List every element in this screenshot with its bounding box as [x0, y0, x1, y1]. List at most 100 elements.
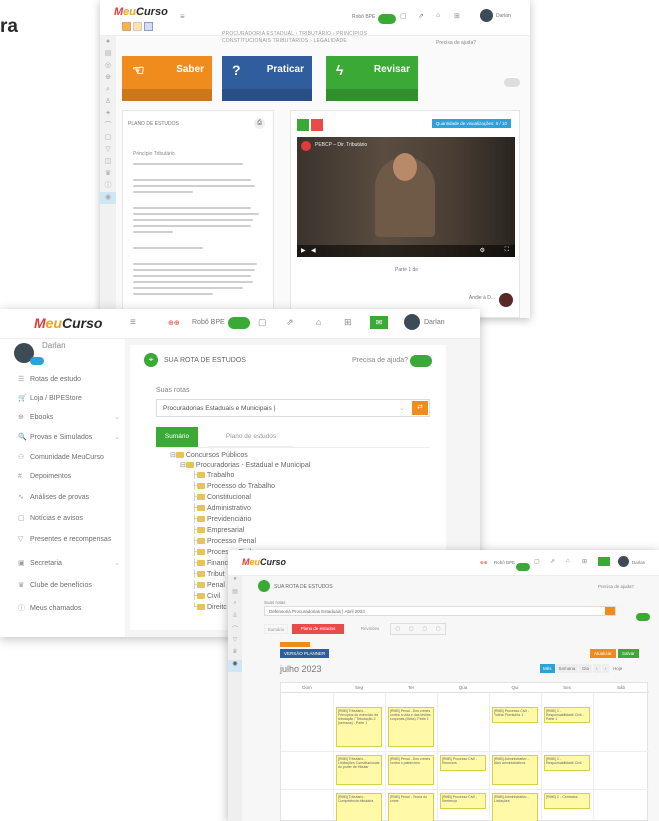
sidebar-item-secretaria[interactable]: ▣ Secretaria ⌄ — [18, 559, 120, 567]
play-icon[interactable]: ▶ — [301, 247, 306, 254]
tree-item[interactable]: ├ Tribut — [192, 571, 225, 578]
calendar-event[interactable]: [RMB] Penal - Dos crimes contra a vida e… — [388, 707, 434, 747]
user-name[interactable]: Darlan — [632, 560, 645, 565]
refresh-icon[interactable]: ⇄ — [412, 401, 428, 415]
rail-active-icon[interactable]: ◉ — [228, 660, 242, 672]
video-player[interactable]: PEBCP – Dir. Tributário ▶ ◀ ⚙ ⛶ — [297, 137, 515, 257]
route-select[interactable]: Procuradorias Estaduais e Municipais | ⌄… — [156, 399, 430, 417]
calendar-event[interactable]: [RMB] Processo Civil - Sentença — [440, 793, 486, 809]
avatar[interactable] — [480, 9, 493, 22]
today-button[interactable]: Hoje — [610, 664, 625, 673]
grid-icon[interactable]: ⊞ — [582, 558, 587, 565]
rail-office-icon[interactable]: ◫ — [100, 156, 116, 168]
user-name[interactable]: Darlan — [496, 13, 511, 19]
tool-icon[interactable]: ▢ — [436, 626, 441, 632]
sidebar-item-ebooks[interactable]: ⊕ Ebooks ⌄ — [18, 413, 120, 421]
cart-button[interactable] — [598, 557, 610, 566]
tab-revisoes[interactable]: Revisões — [350, 624, 390, 634]
volume-icon[interactable]: ◀ — [311, 247, 316, 254]
rail-avatar-icon[interactable]: ● — [228, 576, 242, 588]
help-toggle[interactable] — [410, 355, 432, 367]
tree-item[interactable]: └ Direitc — [192, 604, 227, 611]
sidebar-item-noticias[interactable]: ▢ Notícias e avisos — [18, 514, 83, 522]
calendar-event[interactable]: [RMB] Administrativo - Licitações — [492, 793, 538, 821]
tree-item[interactable]: ├ Processo Penal — [192, 538, 256, 545]
gallery-icon[interactable]: ▢ — [258, 317, 267, 328]
tool-icon[interactable]: ▢ — [422, 626, 427, 632]
rail-search-icon[interactable]: ⌕ — [100, 84, 116, 96]
robot-toggle[interactable] — [228, 317, 250, 329]
tree-item[interactable]: ├ Constitucional — [192, 494, 251, 501]
tab-sumario[interactable]: Sumário — [264, 624, 288, 634]
calendar-event[interactable]: [RMB] Tributário - Limitações Constituci… — [336, 755, 382, 785]
gallery-icon[interactable]: ▢ — [534, 558, 540, 565]
tab-sumario[interactable]: Sumário — [156, 427, 198, 447]
color-chip-icon[interactable] — [133, 22, 142, 31]
saber-card[interactable]: ☜ Saber — [122, 56, 212, 101]
calendar-event[interactable]: [RMB] Processo Civil - Recursos — [440, 755, 486, 771]
color-chip-icon[interactable] — [144, 22, 153, 31]
ranking-icon[interactable]: ⊕⊕ — [480, 560, 488, 566]
bell-icon[interactable]: ⌂ — [316, 317, 321, 327]
share-icon[interactable]: ⇗ — [418, 12, 424, 20]
tree-item[interactable]: ├ Processo do Trabalho — [192, 483, 275, 490]
tree-item[interactable]: ⊟ Procuradorias - Estadual e Municipal — [180, 461, 310, 469]
view-month-button[interactable]: Mês — [540, 664, 555, 673]
rail-home-icon[interactable]: ▤ — [228, 588, 242, 600]
player-controls[interactable]: ▶ ◀ ⚙ ⛶ — [297, 245, 515, 257]
rail-hash-icon[interactable]: ✦ — [100, 108, 116, 120]
bell-icon[interactable]: ⌂ — [436, 12, 440, 19]
avatar[interactable] — [618, 556, 629, 567]
rail-people-icon[interactable]: ♙ — [100, 96, 116, 108]
menu-icon[interactable]: ≡ — [180, 12, 185, 21]
tree-item[interactable]: ├ Previdenciário — [192, 516, 251, 523]
cart-button[interactable]: ✉ — [370, 316, 388, 329]
brand-logo[interactable]: MeuCurso — [114, 6, 168, 18]
sidebar-item-analises[interactable]: ∿ Análises de provas — [18, 493, 89, 501]
sidebar-item-comunidade[interactable]: ⚇ Comunidade MeuCurso — [18, 453, 104, 461]
tree-item[interactable]: ├ Empresarial — [192, 527, 244, 534]
tab-plano[interactable]: Plano de estudos — [208, 427, 294, 447]
refresh-icon[interactable] — [605, 607, 615, 615]
menu-icon[interactable]: ≡ — [130, 317, 136, 328]
route-select[interactable]: Defensoria Procuradorias Estaduais | Abr… — [264, 606, 616, 616]
rail-gift-icon[interactable]: ▽ — [100, 144, 116, 156]
tool-icon[interactable]: ▢ — [395, 626, 400, 632]
brand-logo[interactable]: MeuCurso — [242, 557, 286, 567]
calendar-event[interactable]: [RMB] Tributário - Princípios do exercíc… — [336, 707, 382, 747]
rail-chart-icon[interactable]: ⌒ — [100, 120, 116, 132]
tree-item[interactable]: ├ Trabalho — [192, 472, 234, 479]
tree-item[interactable]: ├ Penal — [192, 582, 225, 589]
prev-icon[interactable]: ‹ — [593, 664, 601, 673]
view-week-button[interactable]: Semana — [555, 664, 579, 673]
bell-icon[interactable]: ⌂ — [566, 558, 570, 564]
sidebar-item-depoimentos[interactable]: # Depoimentos — [18, 473, 71, 480]
tree-item[interactable]: ├ Financ — [192, 560, 228, 567]
video-prev-button[interactable] — [297, 119, 309, 131]
rail-club-icon[interactable]: ♛ — [228, 648, 242, 660]
settings-icon[interactable]: ⚙ — [480, 247, 485, 254]
rail-avatar-icon[interactable]: ● — [100, 36, 116, 48]
calendar-event[interactable]: [RMB] Penal - Dos crimes contra o patrim… — [388, 755, 434, 785]
user-name[interactable]: Darlan — [424, 319, 445, 326]
calendar-event[interactable]: [RMB] C - Contratos — [544, 793, 590, 809]
next-icon[interactable]: › — [601, 664, 610, 673]
rail-gift-icon[interactable]: ▽ — [228, 636, 242, 648]
rail-chart-icon[interactable]: ⌒ — [228, 624, 242, 636]
rail-people-icon[interactable]: ♙ — [228, 612, 242, 624]
rail-home-icon[interactable]: ▤ — [100, 48, 116, 60]
revisar-card[interactable]: ϟ Revisar — [326, 56, 418, 101]
brand-logo[interactable]: MeuCurso — [34, 315, 102, 331]
calendar-event[interactable]: [RMB] C - Responsabilidade Civil - Parte… — [544, 707, 590, 723]
tree-item[interactable]: ├ Civil — [192, 593, 220, 600]
sidebar-item-presentes[interactable]: ▽ Presentes e recompensas — [18, 535, 111, 543]
calendar-event[interactable]: [RMB] C - Responsabilidade Civil — [544, 755, 590, 771]
rail-help-icon[interactable]: ⓘ — [100, 180, 116, 192]
praticar-card[interactable]: ? Praticar — [222, 56, 312, 101]
robot-toggle[interactable] — [378, 14, 396, 24]
video-close-button[interactable] — [311, 119, 323, 131]
avatar[interactable] — [404, 314, 420, 330]
grid-icon[interactable]: ⊞ — [344, 317, 352, 328]
rail-active-icon[interactable]: ◉ — [100, 192, 116, 204]
calendar-event[interactable]: [RMB] Tributário - Competência tributári… — [336, 793, 382, 821]
